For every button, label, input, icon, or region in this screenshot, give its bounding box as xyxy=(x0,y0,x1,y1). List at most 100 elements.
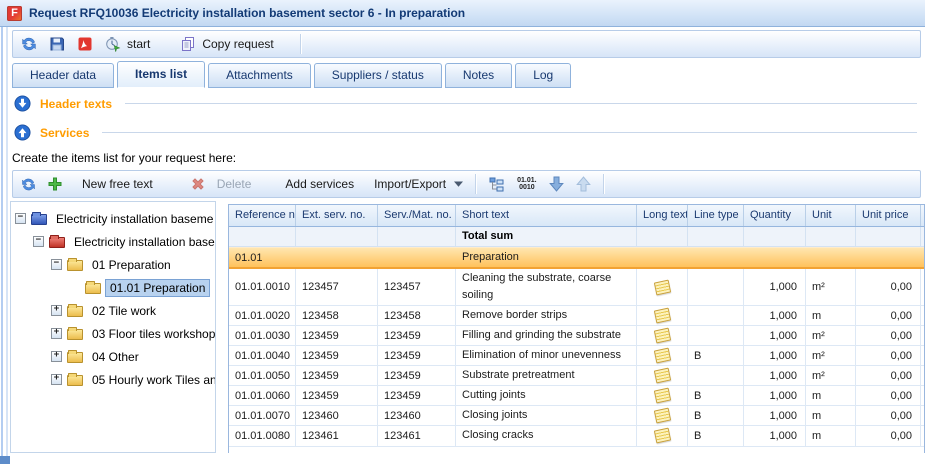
grid-header: Reference noExt. serv. no.Serv./Mat. no.… xyxy=(229,205,924,227)
tree-item-label[interactable]: 01 Preparation xyxy=(88,257,175,273)
column-header-ext-serv-no[interactable]: Ext. serv. no. xyxy=(296,205,378,226)
delete-button[interactable]: Delete xyxy=(191,177,252,191)
arrow-up-icon xyxy=(576,176,591,192)
window-title: Request RFQ10036 Electricity installatio… xyxy=(29,6,465,20)
folder-yellow-icon xyxy=(67,352,83,363)
tree-node: +05 Hourly work Tiles an xyxy=(11,368,215,391)
folder-yellow-icon xyxy=(67,306,83,317)
folder-yellow-icon xyxy=(67,329,83,340)
refresh-button[interactable] xyxy=(21,36,37,52)
section-services-label: Services xyxy=(40,126,89,140)
add-services-button[interactable]: Add services xyxy=(285,177,354,191)
tree-item-label[interactable]: Electricity installation baseme xyxy=(52,211,215,227)
delete-label: Delete xyxy=(217,177,252,191)
tab-bar: Header dataItems listAttachmentsSupplier… xyxy=(10,61,925,88)
long-text-note-icon[interactable] xyxy=(653,348,670,364)
column-header-short-text[interactable]: Short text xyxy=(456,205,637,226)
tab-suppliers-status[interactable]: Suppliers / status xyxy=(314,63,442,88)
items-table: Reference noExt. serv. no.Serv./Mat. no.… xyxy=(228,204,925,453)
table-row-01-01-0020[interactable]: 01.01.0020123458123458Remove border stri… xyxy=(229,306,924,326)
tree-item-label[interactable]: 05 Hourly work Tiles an xyxy=(88,372,215,388)
expand-circle-arrow-up-icon[interactable] xyxy=(14,124,31,141)
start-button[interactable]: start xyxy=(105,36,150,52)
long-text-note-icon[interactable] xyxy=(653,408,670,424)
copy-request-icon xyxy=(180,36,196,52)
instruction-text: Create the items list for your request h… xyxy=(10,146,925,167)
column-header-unit[interactable]: Unit xyxy=(806,205,856,226)
tree-item-label[interactable]: 04 Other xyxy=(88,349,143,365)
refresh-icon xyxy=(21,177,36,192)
tree-expander-icon[interactable]: − xyxy=(15,213,26,224)
copy-request-button[interactable]: Copy request xyxy=(180,36,273,52)
tab-items-list[interactable]: Items list xyxy=(117,61,205,88)
tree-item-label[interactable]: 01.01 Preparation xyxy=(106,280,209,296)
column-header-long-text[interactable]: Long text xyxy=(637,205,688,226)
panel-splitter[interactable] xyxy=(216,201,228,453)
column-header-serv-mat-no[interactable]: Serv./Mat. no. xyxy=(378,205,456,226)
pdf-export-button[interactable] xyxy=(77,36,93,52)
new-free-text-button[interactable]: New free text xyxy=(48,177,153,191)
section-services[interactable]: Services xyxy=(10,117,925,146)
save-button[interactable] xyxy=(49,36,65,52)
outline-view-button[interactable] xyxy=(489,176,505,192)
collapse-circle-arrow-down-icon[interactable] xyxy=(14,95,31,112)
long-text-note-icon[interactable] xyxy=(653,328,670,344)
delete-x-icon xyxy=(191,177,205,191)
table-row-01-01-0030[interactable]: 01.01.0030123459123459Filling and grindi… xyxy=(229,326,924,346)
table-row-01-01-0070[interactable]: 01.01.0070123460123460Closing jointsB1,0… xyxy=(229,406,924,426)
refresh-icon xyxy=(21,36,37,52)
pdf-icon xyxy=(77,36,93,52)
long-text-note-icon[interactable] xyxy=(653,428,670,444)
long-text-note-icon[interactable] xyxy=(653,388,670,404)
move-up-button[interactable] xyxy=(576,176,591,192)
column-header-line-type[interactable]: Line type xyxy=(688,205,744,226)
tree-expander-icon[interactable]: − xyxy=(33,236,44,247)
tab-notes[interactable]: Notes xyxy=(445,63,512,88)
goto-position-button[interactable]: 01.01. 0010 xyxy=(517,177,536,191)
long-text-note-icon[interactable] xyxy=(653,368,670,384)
table-row-01-01[interactable]: 01.01Preparation xyxy=(229,247,924,269)
section-header-texts-label: Header texts xyxy=(40,97,112,111)
start-icon xyxy=(105,36,121,52)
import-export-button[interactable]: Import/Export xyxy=(374,177,463,191)
tree-expander-icon[interactable]: − xyxy=(51,259,62,270)
tree-expander-icon[interactable]: + xyxy=(51,374,62,385)
tab-attachments[interactable]: Attachments xyxy=(208,63,311,88)
section-header-texts[interactable]: Header texts xyxy=(10,88,925,117)
tab-header-data[interactable]: Header data xyxy=(12,63,114,88)
table-row-01-01-0060[interactable]: 01.01.0060123459123459Cutting jointsB1,0… xyxy=(229,386,924,406)
tree-item-label[interactable]: Electricity installation base xyxy=(70,234,215,250)
add-services-label: Add services xyxy=(285,177,354,191)
tree-node: 01.01 Preparation xyxy=(11,276,215,299)
column-header-reference-no[interactable]: Reference no xyxy=(229,205,296,226)
folder-blue-icon xyxy=(31,214,47,225)
tree-item-label[interactable]: 02 Tile work xyxy=(88,303,160,319)
column-header-quantity[interactable]: Quantity xyxy=(744,205,806,226)
new-free-text-label: New free text xyxy=(82,177,153,191)
table-row-total-sum: Total sum xyxy=(229,227,924,247)
long-text-note-icon[interactable] xyxy=(653,308,670,324)
table-row-01-01-0080[interactable]: 01.01.0080123461123461Closing cracksB1,0… xyxy=(229,426,924,446)
tab-log[interactable]: Log xyxy=(515,63,571,88)
app-window: F Request RFQ10036 Electricity installat… xyxy=(0,0,925,464)
column-header-unit-price[interactable]: Unit price xyxy=(856,205,921,226)
table-row-01-01-0040[interactable]: 01.01.0040123459123459Elimination of min… xyxy=(229,346,924,366)
move-down-button[interactable] xyxy=(549,176,564,192)
table-row-01-01-0050[interactable]: 01.01.0050123459123459Substrate pretreat… xyxy=(229,366,924,386)
folder-yellow-icon xyxy=(67,375,83,386)
arrow-down-icon xyxy=(549,176,564,192)
save-icon xyxy=(49,36,65,52)
tree-node: +03 Floor tiles workshop xyxy=(11,322,215,345)
tree-expander-icon[interactable]: + xyxy=(51,351,62,362)
tree-item-label[interactable]: 03 Floor tiles workshop xyxy=(88,326,215,342)
long-text-note-icon[interactable] xyxy=(653,279,670,295)
toolbar-separator xyxy=(603,174,605,194)
column-header-t[interactable]: T xyxy=(921,205,925,226)
window-left-border xyxy=(0,27,10,464)
items-refresh-button[interactable] xyxy=(21,177,36,192)
tree-expander-icon[interactable]: + xyxy=(51,305,62,316)
toolbar-separator xyxy=(300,34,302,54)
tree-expander-icon[interactable]: + xyxy=(51,328,62,339)
table-row-01-01-0010[interactable]: 01.01.0010123457123457Cleaning the subst… xyxy=(229,269,924,306)
app-logo-icon: F xyxy=(7,6,22,21)
